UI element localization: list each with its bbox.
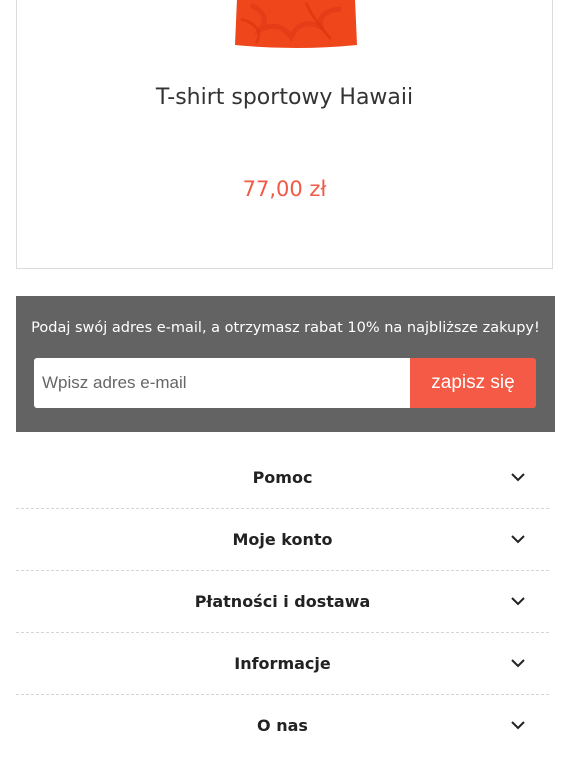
newsletter-form: zapisz się [34,358,536,408]
newsletter-text: Podaj swój adres e-mail, a otrzymasz rab… [31,320,540,336]
accordion-label: O nas [257,716,308,735]
accordion-item-informacje[interactable]: Informacje [16,633,549,695]
subscribe-button[interactable]: zapisz się [410,358,536,408]
accordion-label: Informacje [234,654,331,673]
chevron-down-icon[interactable] [510,719,526,731]
chevron-down-icon[interactable] [510,471,526,483]
product-image[interactable] [221,0,371,49]
accordion-item-o-nas[interactable]: O nas [16,695,549,757]
chevron-down-icon[interactable] [510,657,526,669]
product-name[interactable]: T-shirt sportowy Hawaii [17,85,552,110]
accordion-label: Płatności i dostawa [194,592,371,611]
chevron-down-icon[interactable] [510,595,526,607]
product-card[interactable]: T-shirt sportowy Hawaii 77,00 zł [16,0,553,269]
chevron-down-icon[interactable] [510,533,526,545]
newsletter-section: Podaj swój adres e-mail, a otrzymasz rab… [16,296,555,432]
footer-accordion: Pomoc Moje konto Płatności i dostawa Inf… [16,447,549,757]
accordion-item-platnosci-i-dostawa[interactable]: Płatności i dostawa [16,571,549,633]
product-price: 77,00 zł [242,177,327,201]
accordion-label: Pomoc [252,468,313,487]
email-input[interactable] [34,358,410,408]
accordion-label: Moje konto [232,530,333,549]
accordion-item-pomoc[interactable]: Pomoc [16,447,549,509]
accordion-item-moje-konto[interactable]: Moje konto [16,509,549,571]
